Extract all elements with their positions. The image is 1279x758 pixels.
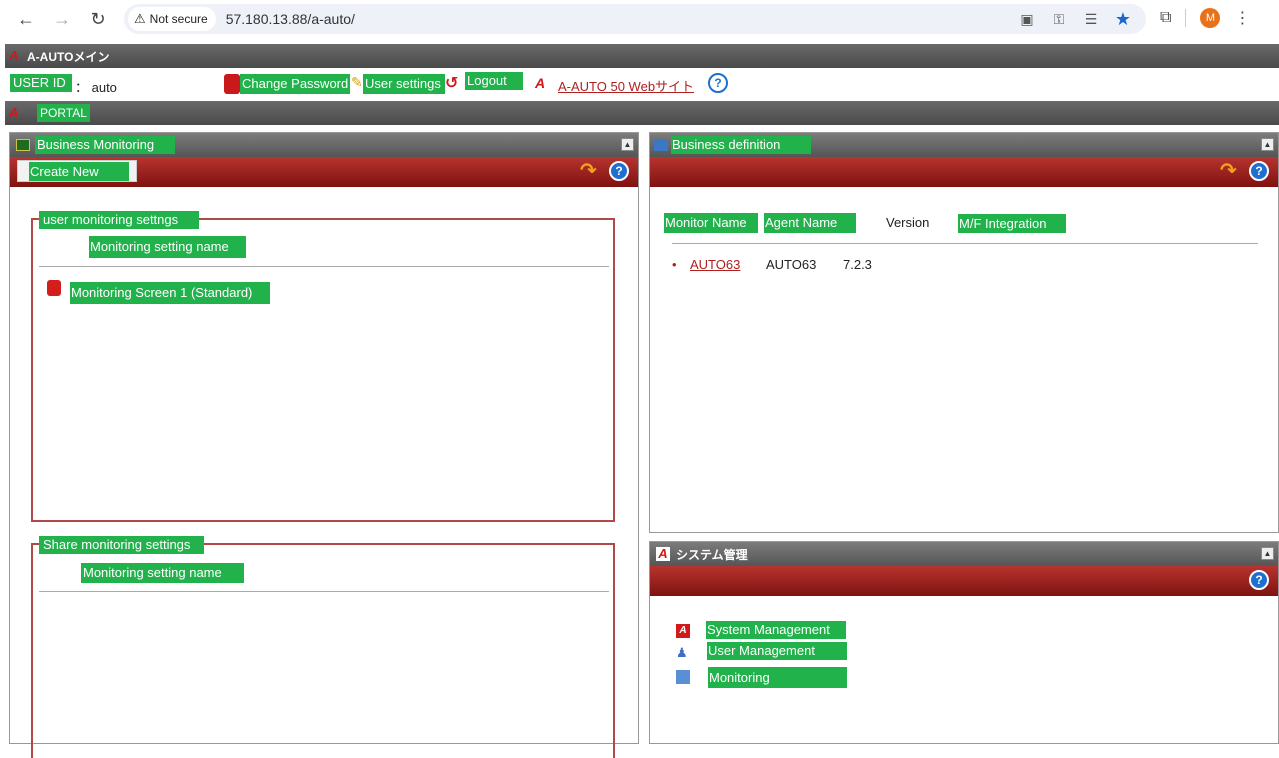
user-settings-icon: ✎ [351, 74, 363, 90]
a-auto-logo-icon: A [9, 48, 19, 63]
forward-icon[interactable]: → [50, 7, 74, 31]
user-settings-link[interactable]: User settings [363, 74, 445, 94]
help-icon[interactable]: ? [708, 73, 728, 93]
system-admin-title: システム管理 [676, 547, 748, 562]
system-admin-panel: A システム管理 ▲ ? A System Management ♟ User … [649, 541, 1279, 744]
help-icon[interactable]: ? [609, 161, 629, 181]
a-auto-website-link[interactable]: A-AUTO 50 Webサイト [558, 76, 694, 95]
a-auto-logo-icon: A [535, 75, 546, 91]
user-monitoring-settings-fieldset: user monitoring settngs Monitoring setti… [31, 211, 615, 522]
business-definition-panel: Business definition ▲ ↷ ? Monitor Name A… [649, 132, 1279, 533]
divider [39, 266, 609, 267]
create-new-label: Create New [29, 162, 129, 181]
user-id-label: USER ID [10, 74, 72, 92]
security-chip[interactable]: ⚠ Not secure [128, 7, 216, 31]
version-header: Version [886, 215, 930, 230]
menu-icon[interactable]: ⋮ [1234, 8, 1250, 28]
app-titlebar: A A-AUTOメイン [5, 44, 1279, 68]
lock-icon [224, 74, 240, 94]
monitor-name-header: Monitor Name [664, 213, 758, 233]
share-monitoring-settings-legend: Share monitoring settings [39, 536, 204, 554]
business-definition-header: Business definition ▲ [650, 133, 1278, 157]
version-cell: 7.2.3 [843, 257, 872, 272]
mf-integration-header: M/F Integration [958, 214, 1066, 233]
refresh-icon[interactable]: ↷ [580, 161, 600, 181]
browser-toolbar: ← → ↻ ⚠ Not secure 57.180.13.88/a-auto/ … [0, 0, 1279, 40]
share-monitoring-settings-fieldset: Share monitoring settings Monitoring set… [31, 536, 615, 758]
bullet-icon: • [672, 257, 677, 272]
collapse-icon[interactable]: ▲ [621, 138, 634, 151]
avatar[interactable]: M [1200, 8, 1221, 28]
a-auto-logo-icon: A [656, 547, 670, 561]
divider [39, 591, 609, 592]
collapse-icon[interactable]: ▲ [1261, 138, 1274, 151]
create-new-button[interactable]: Create New [17, 160, 137, 182]
collapse-icon[interactable]: ▲ [1261, 547, 1274, 560]
address-bar[interactable]: ⚠ Not secure 57.180.13.88/a-auto/ ▣ ⚿ ☰ … [124, 4, 1146, 34]
monitoring-link[interactable]: Monitoring [708, 667, 847, 688]
business-definition-toolbar: ↷ ? [650, 157, 1278, 187]
system-management-link[interactable]: System Management [706, 621, 846, 639]
translate-icon[interactable]: ☰ [1082, 10, 1100, 28]
monitor-chart-icon [16, 139, 30, 151]
portal-bar: A PORTAL [5, 101, 1279, 125]
users-icon: ♟ [676, 645, 688, 660]
monitoring-icon [676, 670, 690, 684]
help-icon[interactable]: ? [1249, 161, 1269, 181]
divider [672, 243, 1258, 244]
monitoring-setting-name-header: Monitoring setting name [81, 563, 244, 583]
extensions-icon[interactable]: ⧉ [1160, 9, 1171, 27]
a-auto-logo-icon: A [9, 105, 19, 120]
monitoring-screen-icon [47, 280, 61, 296]
reload-icon[interactable]: ↻ [86, 7, 110, 31]
bookmark-star-icon[interactable]: ★ [1114, 9, 1132, 29]
system-management-icon: A [676, 624, 690, 638]
business-monitoring-header: Business Monitoring ▲ [10, 133, 638, 157]
back-icon[interactable]: ← [14, 7, 38, 31]
system-admin-toolbar: ? [650, 566, 1278, 596]
user-bar: USER ID ： auto Change Password ✎ User se… [5, 68, 1279, 100]
monitoring-setting-name-header: Monitoring setting name [89, 236, 246, 258]
logout-link[interactable]: Logout [465, 72, 523, 90]
business-monitoring-panel: Business Monitoring ▲ Create New ↷ ? use… [9, 132, 639, 758]
logout-icon: ↺ [445, 75, 459, 92]
agent-name-header: Agent Name [764, 213, 856, 233]
user-id-value: ： auto [75, 80, 117, 95]
portal-label: PORTAL [37, 104, 90, 122]
warning-icon: ⚠ [134, 11, 146, 26]
app-title: A-AUTOメイン [27, 49, 110, 64]
monitor-link-auto63[interactable]: AUTO63 [690, 257, 740, 272]
business-definition-title: Business definition [671, 136, 811, 154]
business-monitoring-title: Business Monitoring [35, 136, 175, 154]
server-icon [654, 139, 668, 151]
agent-name-cell: AUTO63 [766, 257, 817, 272]
camera-off-icon[interactable]: ▣ [1018, 10, 1036, 28]
monitoring-screen-link[interactable]: Monitoring Screen 1 (Standard) [70, 282, 270, 304]
security-label: Not secure [149, 12, 208, 26]
url-text[interactable]: 57.180.13.88/a-auto/ [226, 11, 355, 27]
key-icon[interactable]: ⚿ [1050, 10, 1068, 28]
help-icon[interactable]: ? [1249, 570, 1269, 590]
divider [1185, 9, 1187, 27]
user-monitoring-settings-legend: user monitoring settngs [39, 211, 199, 229]
change-password-link[interactable]: Change Password [240, 74, 350, 94]
refresh-icon[interactable]: ↷ [1220, 161, 1240, 181]
system-admin-header: A システム管理 ▲ [650, 542, 1278, 566]
business-monitoring-toolbar: Create New ↷ ? [10, 157, 638, 187]
user-management-link[interactable]: User Management [707, 642, 847, 660]
